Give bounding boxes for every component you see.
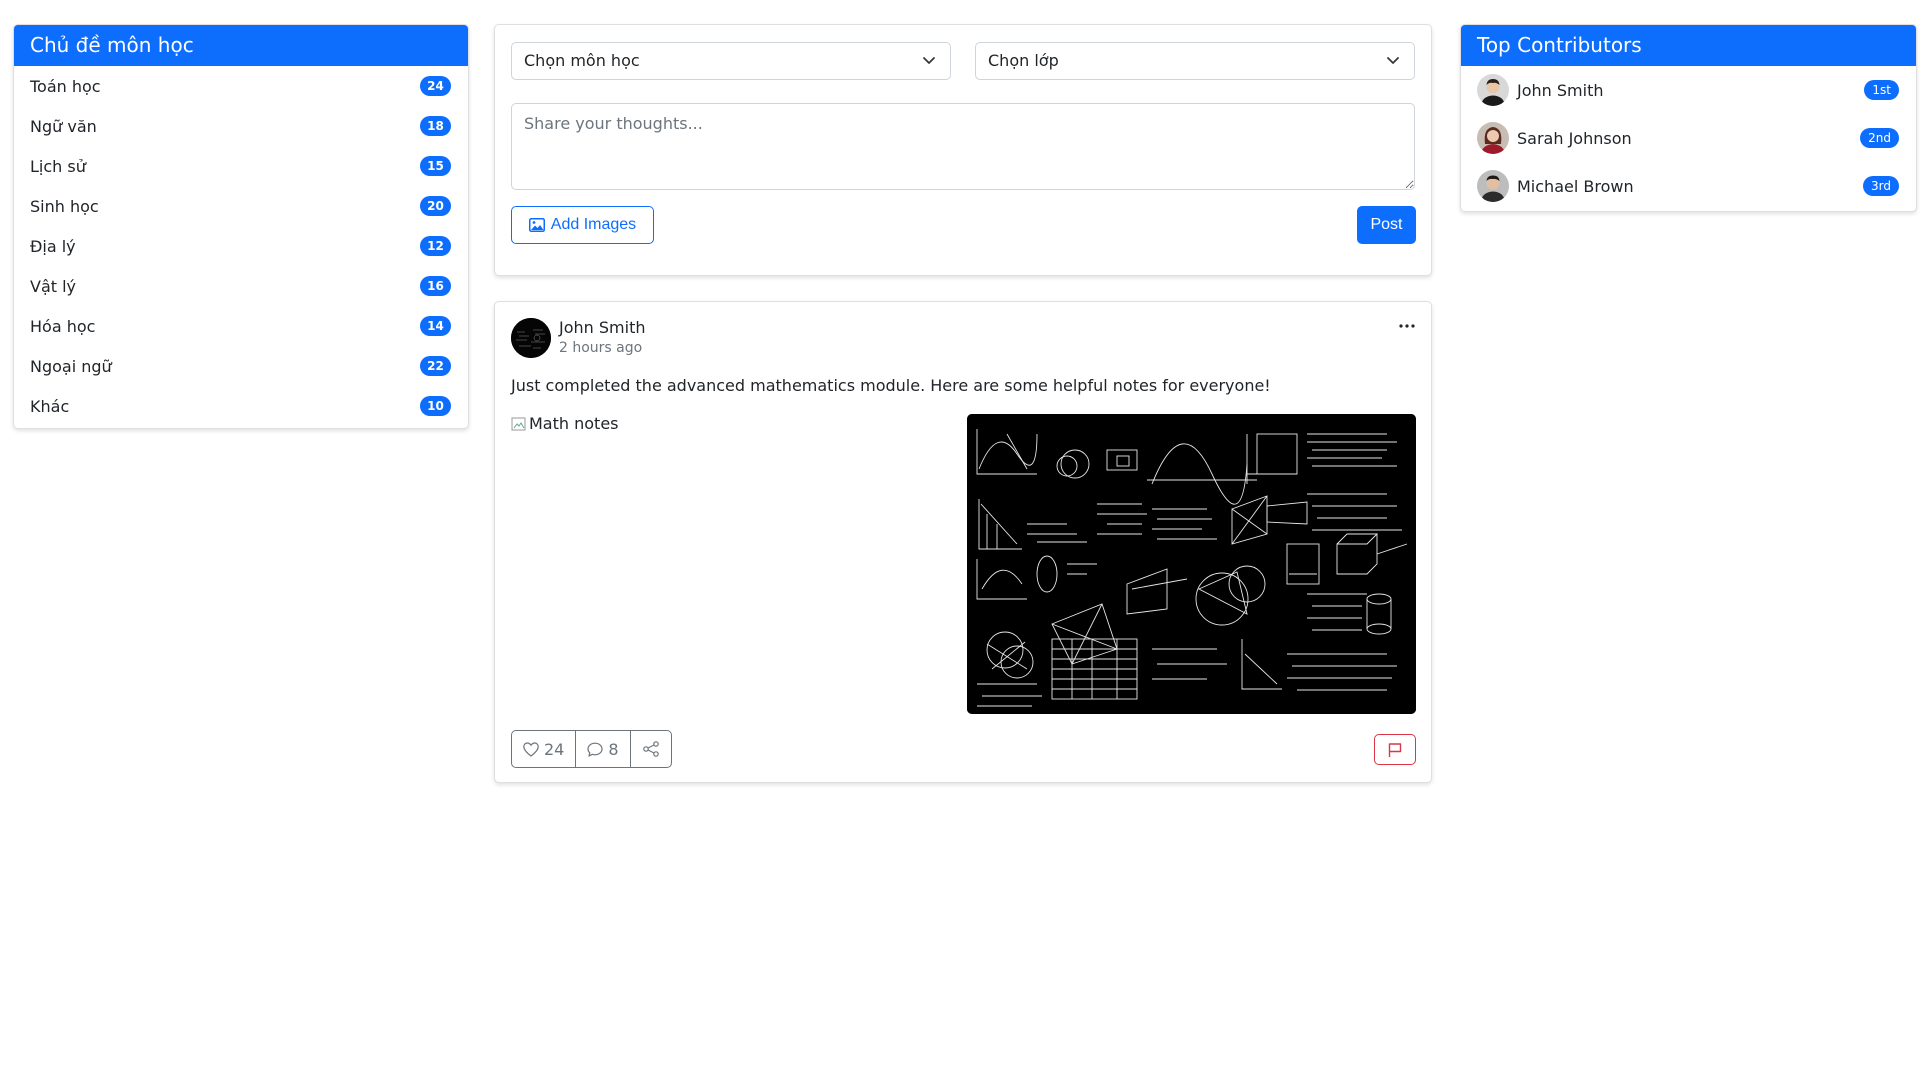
subject-item[interactable]: Khác 10: [14, 386, 468, 426]
broken-image-icon: [511, 417, 526, 430]
subject-item[interactable]: Vật lý 16: [14, 266, 468, 306]
avatar[interactable]: [511, 318, 551, 358]
subject-item[interactable]: Sinh học 20: [14, 186, 468, 226]
subject-select[interactable]: Chọn môn học: [511, 42, 951, 80]
subject-count-badge: 14: [420, 316, 451, 336]
subject-count-badge: 15: [420, 156, 451, 176]
contributor-item[interactable]: John Smith 1st: [1461, 66, 1916, 114]
subject-label: Ngoại ngữ: [30, 356, 112, 376]
post-composer: Chọn môn học Chọn lớp Add Images Post: [494, 24, 1432, 276]
subject-label: Vật lý: [30, 276, 77, 296]
contributor-item[interactable]: Sarah Johnson 2nd: [1461, 114, 1916, 162]
subject-select-value: Chọn môn học: [524, 51, 640, 70]
broken-image[interactable]: Math notes: [511, 414, 619, 433]
subject-label: Hóa học: [30, 316, 96, 336]
subject-count-badge: 10: [420, 396, 451, 416]
contributor-name: John Smith: [1517, 80, 1604, 100]
add-images-button[interactable]: Add Images: [511, 206, 654, 244]
comment-count: 8: [608, 739, 619, 759]
subject-count-badge: 22: [420, 356, 451, 376]
report-button[interactable]: [1374, 734, 1416, 765]
subject-item[interactable]: Ngữ văn 18: [14, 106, 468, 146]
post-card: John Smith 2 hours ago Just completed th…: [494, 301, 1432, 783]
subject-count-badge: 18: [420, 116, 451, 136]
rank-badge: 2nd: [1860, 128, 1899, 148]
post-button[interactable]: Post: [1357, 206, 1416, 244]
subject-count-badge: 12: [420, 236, 451, 256]
more-dots-icon[interactable]: [1397, 316, 1417, 336]
top-contributors-card: Top Contributors John Smith 1st Sarah Jo…: [1460, 24, 1917, 212]
class-select[interactable]: Chọn lớp: [975, 42, 1415, 80]
post-time: 2 hours ago: [559, 340, 643, 356]
post-author[interactable]: John Smith: [559, 318, 645, 337]
avatar: [1477, 170, 1509, 202]
contributor-name: Michael Brown: [1517, 176, 1634, 196]
avatar: [1477, 74, 1509, 106]
post-actions: 24 8: [511, 730, 672, 768]
comment-button[interactable]: 8: [576, 731, 631, 767]
flag-icon: [1388, 742, 1402, 757]
subject-item[interactable]: Ngoại ngữ 22: [14, 346, 468, 386]
subject-item[interactable]: Toán học 24: [14, 66, 468, 106]
subject-label: Khác: [30, 396, 70, 416]
rank-badge: 3rd: [1863, 176, 1899, 196]
post-text: Just completed the advanced mathematics …: [511, 376, 1271, 395]
subjects-card: Chủ đề môn học Toán học 24 Ngữ văn 18 Lịch…: [13, 24, 469, 429]
contributors-header: Top Contributors: [1461, 25, 1916, 66]
contributor-name: Sarah Johnson: [1517, 128, 1632, 148]
like-button[interactable]: 24: [512, 731, 577, 767]
subject-count-badge: 20: [420, 196, 451, 216]
subject-label: Địa lý: [30, 236, 76, 256]
subject-label: Sinh học: [30, 196, 99, 216]
subject-item[interactable]: Lịch sử 15: [14, 146, 468, 186]
subjects-header: Chủ đề môn học: [14, 25, 468, 66]
class-select-value: Chọn lớp: [988, 51, 1059, 70]
subject-item[interactable]: Địa lý 12: [14, 226, 468, 266]
thoughts-input[interactable]: [511, 103, 1415, 190]
math-chalkboard-drawing: [967, 414, 1416, 714]
chevron-down-icon: [923, 57, 935, 64]
image-alt-text: Math notes: [529, 414, 619, 433]
subject-label: Lịch sử: [30, 156, 86, 176]
subject-list: Toán học 24 Ngữ văn 18 Lịch sử 15 Sinh học 2…: [14, 66, 468, 426]
share-icon: [642, 741, 659, 757]
image-icon: [528, 218, 545, 232]
subject-label: Ngữ văn: [30, 116, 97, 136]
like-count: 24: [544, 739, 565, 759]
avatar: [1477, 122, 1509, 154]
subject-item[interactable]: Hóa học 14: [14, 306, 468, 346]
heart-icon: [523, 741, 539, 757]
subject-label: Toán học: [30, 76, 101, 96]
comment-icon: [587, 742, 603, 757]
rank-badge: 1st: [1864, 80, 1899, 100]
share-button[interactable]: [631, 731, 671, 767]
chevron-down-icon: [1387, 57, 1399, 64]
avatar-image: [511, 318, 551, 358]
math-notes-image[interactable]: [967, 414, 1416, 714]
add-images-label: Add Images: [550, 216, 637, 233]
contributor-item[interactable]: Michael Brown 3rd: [1461, 162, 1916, 210]
subject-count-badge: 16: [420, 276, 451, 296]
subject-count-badge: 24: [420, 76, 451, 96]
